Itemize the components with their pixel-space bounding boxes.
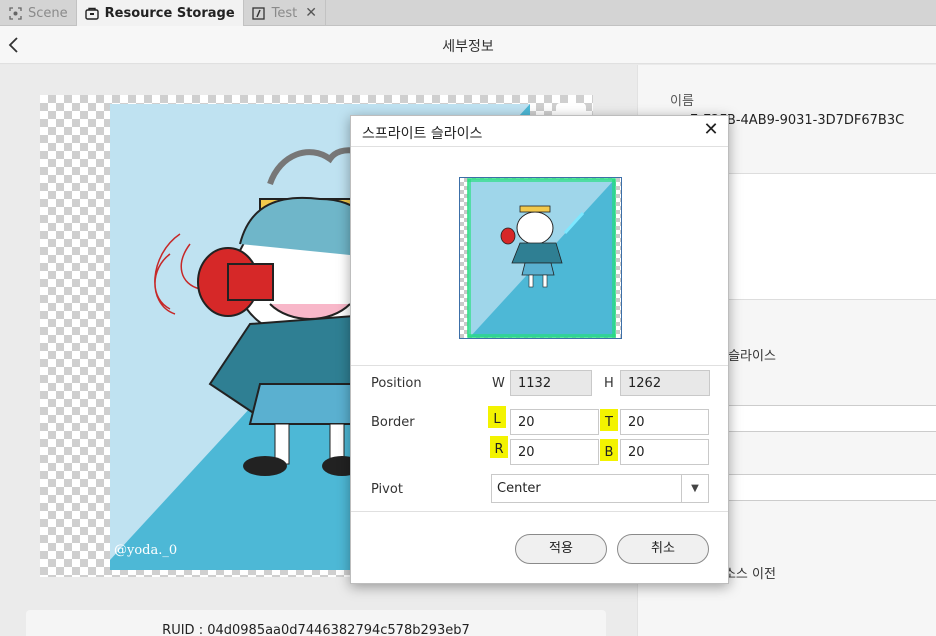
tab-label: Test xyxy=(271,5,298,21)
script-icon xyxy=(252,6,266,20)
divider xyxy=(351,146,728,147)
close-icon[interactable]: ✕ xyxy=(702,121,720,139)
pivot-label: Pivot xyxy=(371,482,403,497)
tab-label: Resource Storage xyxy=(104,6,235,21)
pivot-select[interactable]: Center ▼ xyxy=(491,474,709,503)
border-label: Border xyxy=(371,415,415,430)
left-border-input[interactable]: 20 xyxy=(510,409,599,435)
dropdown-arrow-icon[interactable]: ▼ xyxy=(681,475,708,502)
tab-scene[interactable]: Scene xyxy=(0,0,77,26)
cancel-button[interactable]: 취소 xyxy=(617,534,709,564)
scene-icon xyxy=(8,6,22,20)
details-header: 세부정보 xyxy=(0,26,936,64)
height-field: 1262 xyxy=(620,370,710,396)
bottom-border-label: B xyxy=(600,439,618,461)
ruid-label: RUID : 04d0985aa0d7446382794c578b293eb7 xyxy=(26,610,606,636)
height-label: H xyxy=(604,376,614,391)
artist-watermark: @yoda._0 xyxy=(114,543,178,558)
sprite-slice-dialog: 스프라이트 슬라이스 ✕ Position W 1132 H 1262 Bord… xyxy=(350,115,729,584)
sprite-thumbnail xyxy=(459,177,622,339)
tab-bar: Scene Resource Storage Test ✕ xyxy=(0,0,936,27)
tab-label: Scene xyxy=(28,5,68,21)
storage-icon xyxy=(84,7,99,21)
property-field[interactable] xyxy=(710,474,936,501)
divider xyxy=(351,365,728,366)
right-border-input[interactable]: 20 xyxy=(510,439,599,465)
tab-test[interactable]: Test ✕ xyxy=(244,0,327,26)
divider xyxy=(351,511,728,512)
dialog-title: 스프라이트 슬라이스 xyxy=(362,126,483,142)
pivot-value: Center xyxy=(497,481,541,496)
page-title: 세부정보 xyxy=(442,39,494,55)
property-field[interactable] xyxy=(710,405,936,432)
width-label: W xyxy=(492,376,505,391)
right-border-label: R xyxy=(490,436,508,458)
width-field: 1132 xyxy=(510,370,592,396)
description-box[interactable] xyxy=(700,173,936,300)
tab-resource-storage[interactable]: Resource Storage xyxy=(76,0,244,27)
top-border-input[interactable]: 20 xyxy=(620,409,709,435)
position-label: Position xyxy=(371,376,422,391)
close-icon[interactable]: ✕ xyxy=(305,5,317,21)
apply-button[interactable]: 적용 xyxy=(515,534,607,564)
top-border-label: T xyxy=(600,409,618,431)
bottom-border-input[interactable]: 20 xyxy=(620,439,709,465)
name-label: 이름 xyxy=(670,94,694,109)
left-border-label: L xyxy=(488,406,506,428)
